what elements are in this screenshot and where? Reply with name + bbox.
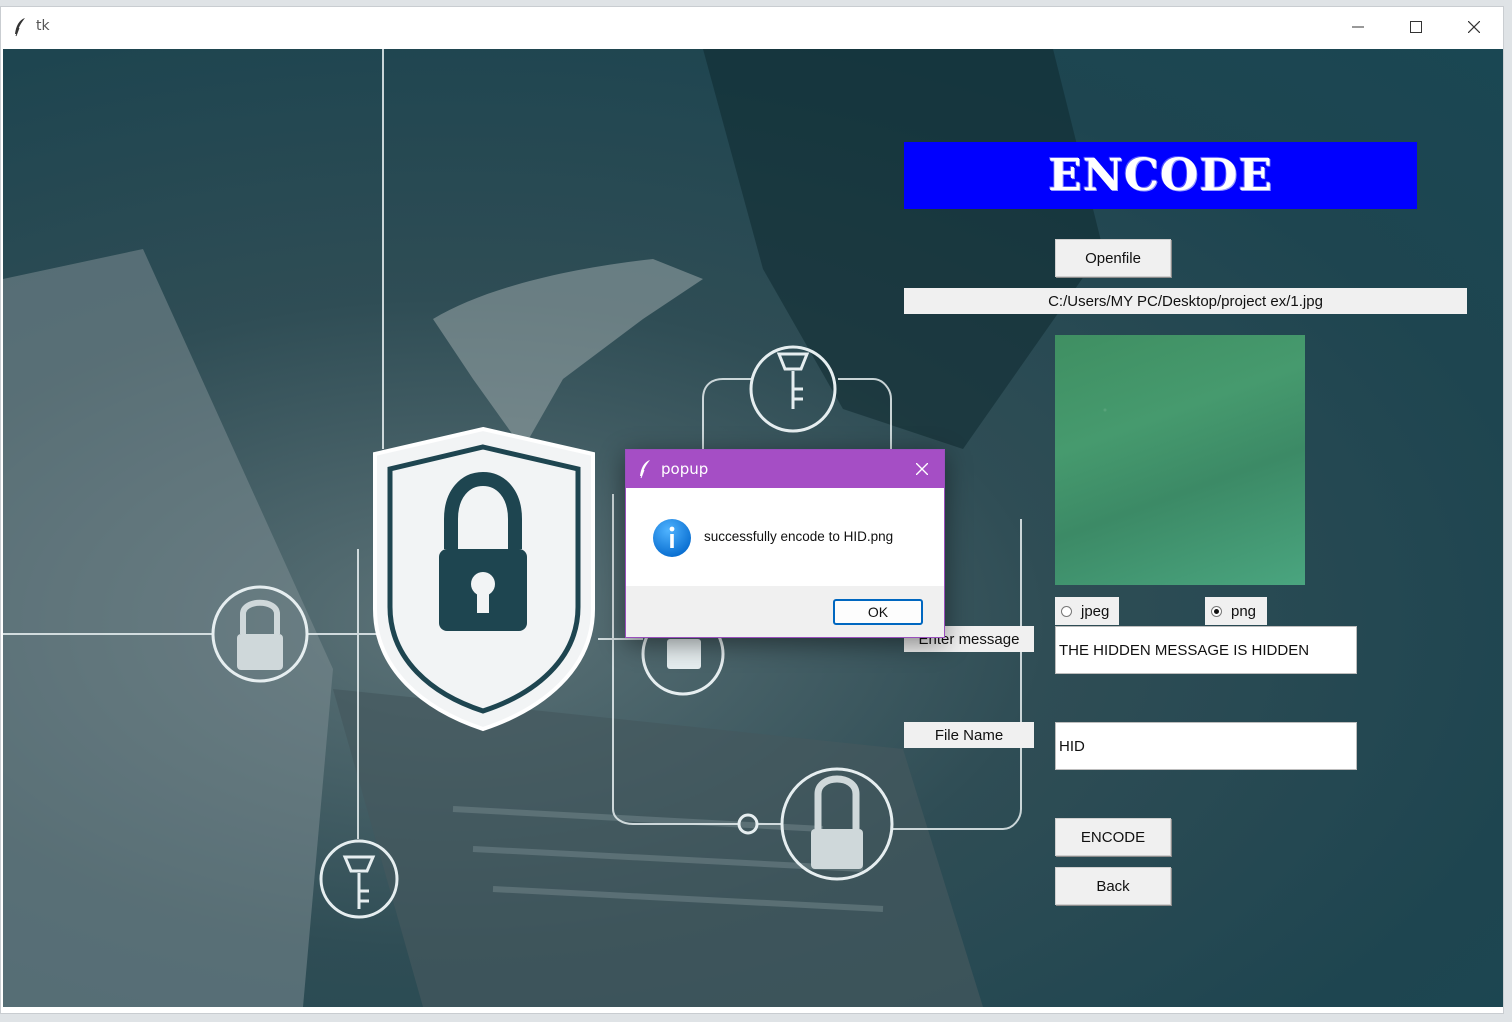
title-bar[interactable]: tk [1, 7, 1503, 47]
radio-indicator-selected [1211, 605, 1222, 617]
popup-dialog: popup successfully encode to HID.png OK [625, 449, 945, 638]
maximize-icon [1410, 21, 1422, 33]
popup-body: successfully encode to HID.png [626, 488, 944, 586]
close-icon [1468, 21, 1480, 33]
radio-png[interactable]: png [1205, 597, 1267, 625]
window-title: tk [36, 18, 50, 34]
popup-close-button[interactable] [900, 450, 944, 488]
feather-icon [15, 18, 25, 37]
popup-message: successfully encode to HID.png [704, 529, 894, 544]
maximize-button[interactable] [1387, 7, 1445, 47]
feather-icon [640, 460, 650, 479]
back-button[interactable]: Back [1055, 867, 1171, 905]
radio-jpeg-label: jpeg [1081, 602, 1110, 620]
encode-header: ENCODE [904, 142, 1417, 209]
openfile-button[interactable]: Openfile [1055, 239, 1171, 277]
filename-label: File Name [904, 722, 1034, 748]
message-input[interactable]: THE HIDDEN MESSAGE IS HIDDEN [1055, 626, 1357, 674]
encode-button[interactable]: ENCODE [1055, 818, 1171, 856]
minimize-button[interactable] [1329, 7, 1387, 47]
filename-input[interactable]: HID [1055, 722, 1357, 770]
radio-indicator [1061, 605, 1072, 617]
info-icon [653, 519, 691, 557]
popup-footer: OK [626, 586, 944, 637]
close-button[interactable] [1445, 7, 1503, 47]
popup-title-bar[interactable]: popup [626, 450, 944, 488]
radio-png-label: png [1231, 602, 1257, 620]
file-path-label: C:/Users/MY PC/Desktop/project ex/1.jpg [904, 288, 1467, 314]
popup-title: popup [661, 460, 709, 478]
image-preview [1055, 335, 1305, 585]
minimize-icon [1352, 26, 1364, 28]
close-icon [916, 463, 928, 475]
ok-button[interactable]: OK [833, 599, 923, 625]
radio-jpeg[interactable]: jpeg [1055, 597, 1119, 625]
